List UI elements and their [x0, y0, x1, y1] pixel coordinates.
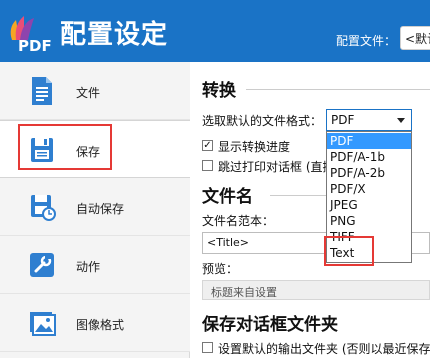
- show-progress-checkbox[interactable]: ✓: [202, 140, 213, 151]
- svg-text:PDF: PDF: [18, 37, 52, 54]
- chevron-down-icon: [397, 118, 405, 123]
- default-folder-label: 设置默认的输出文件夹 (否则以最近保存: [218, 342, 430, 356]
- sidebar: 文件 保存 自动保存 动作 图像格式: [0, 62, 190, 358]
- format-select-value: PDF: [331, 113, 355, 127]
- document-icon: [28, 76, 56, 106]
- section-divider: [246, 89, 430, 90]
- settings-content: 转换 选取默认的文件格式： PDF ✓ 显示转换进度 跳过打印对话框 (直接 文…: [190, 62, 430, 358]
- text-option-highlight-box: [324, 236, 374, 266]
- sidebar-item-label: 自动保存: [76, 202, 125, 216]
- skip-print-dialog-label: 跳过打印对话框 (直接: [218, 160, 335, 174]
- preview-value: 标题来自设置: [202, 280, 430, 300]
- convert-section-title: 转换: [202, 81, 236, 101]
- section-divider: [270, 195, 326, 196]
- sidebar-item-label: 文件: [76, 86, 101, 100]
- sidebar-item-autosave[interactable]: 自动保存: [0, 178, 190, 236]
- app-title: 配置设定: [60, 20, 169, 50]
- format-option-pdf[interactable]: PDF: [327, 133, 411, 149]
- format-option-pdfa2b[interactable]: PDF/A-2b: [327, 165, 411, 181]
- format-select[interactable]: PDF: [326, 109, 412, 131]
- sidebar-item-file[interactable]: 文件: [0, 62, 190, 120]
- config-profile-select[interactable]: <默认>: [400, 26, 430, 50]
- default-folder-checkbox[interactable]: [202, 342, 213, 353]
- app-logo: PDF: [6, 10, 58, 55]
- sidebar-item-save[interactable]: 保存: [0, 120, 190, 178]
- skip-print-dialog-checkbox[interactable]: [202, 160, 213, 171]
- filename-template-label: 文件名范本：: [202, 214, 275, 228]
- sidebar-item-label: 保存: [76, 145, 101, 159]
- format-label: 选取默认的文件格式：: [202, 114, 323, 128]
- format-option-png[interactable]: PNG: [327, 213, 411, 229]
- save-dialog-section-title: 保存对话框文件夹: [202, 315, 338, 335]
- app-header: PDF 配置设定 配置文件： <默认>: [0, 0, 430, 62]
- format-option-jpeg[interactable]: JPEG: [327, 197, 411, 213]
- wrench-icon: [28, 250, 56, 280]
- sidebar-item-actions[interactable]: 动作: [0, 236, 190, 294]
- sidebar-item-label: 图像格式: [76, 318, 125, 332]
- save-icon: [28, 135, 56, 165]
- sidebar-item-label: 动作: [76, 260, 101, 274]
- filename-section-title: 文件名: [202, 187, 253, 207]
- show-progress-label: 显示转换进度: [218, 140, 291, 154]
- sidebar-item-image-format[interactable]: 图像格式: [0, 294, 190, 352]
- config-profile-label: 配置文件：: [336, 34, 397, 48]
- format-option-pdfa1b[interactable]: PDF/A-1b: [327, 149, 411, 165]
- autosave-icon: [28, 192, 56, 222]
- format-option-pdfx[interactable]: PDF/X: [327, 181, 411, 197]
- preview-label: 预览：: [202, 262, 239, 276]
- image-icon: [28, 308, 56, 338]
